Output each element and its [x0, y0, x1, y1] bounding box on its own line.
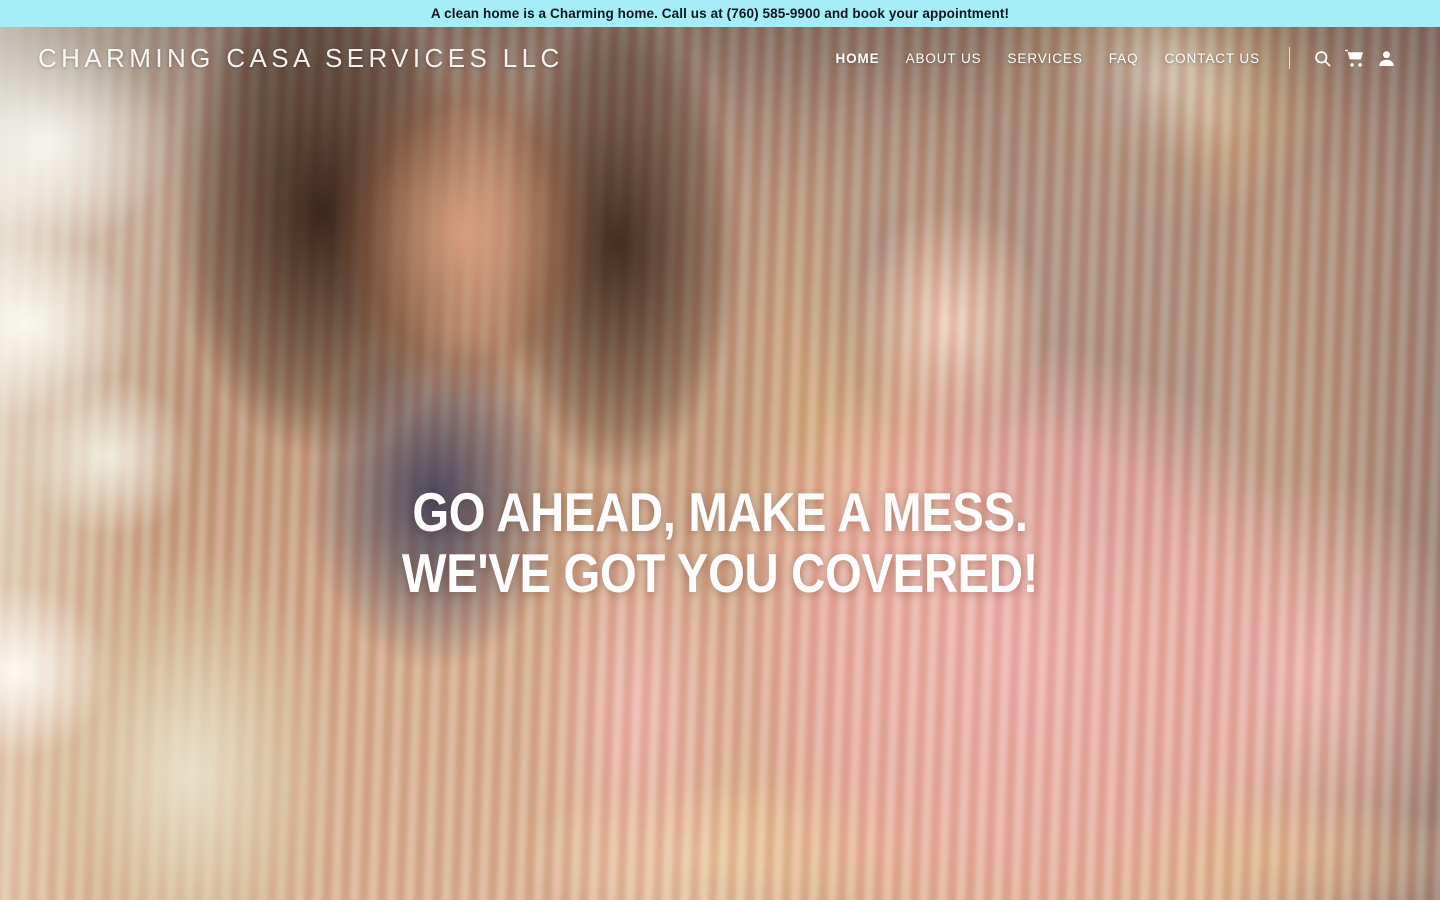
site-logo[interactable]: CHARMING CASA SERVICES LLC [38, 43, 564, 74]
account-icon[interactable] [1372, 44, 1400, 72]
nav-item-home[interactable]: HOME [822, 51, 892, 66]
nav-item-services[interactable]: SERVICES [995, 51, 1096, 66]
site-header: CHARMING CASA SERVICES LLC HOME ABOUT US… [0, 27, 1440, 89]
search-icon[interactable] [1308, 44, 1336, 72]
nav-item-contact-us[interactable]: CONTACT US [1151, 51, 1273, 66]
hero-headline-line-1: GO AHEAD, MAKE A MESS. [412, 481, 1028, 543]
nav-item-faq[interactable]: FAQ [1096, 51, 1152, 66]
hero-headline-block: GO AHEAD, MAKE A MESS. WE'VE GOT YOU COV… [0, 482, 1440, 604]
announcement-bar: A clean home is a Charming home. Call us… [0, 0, 1440, 27]
announcement-text: A clean home is a Charming home. Call us… [430, 6, 1010, 21]
hero-section: CHARMING CASA SERVICES LLC HOME ABOUT US… [0, 27, 1440, 900]
nav-divider [1289, 47, 1290, 69]
primary-navigation: HOME ABOUT US SERVICES FAQ CONTACT US [822, 44, 1400, 72]
nav-item-about-us[interactable]: ABOUT US [893, 51, 995, 66]
cart-icon[interactable] [1340, 44, 1368, 72]
hero-background-image [0, 27, 1440, 900]
hero-headline-line-2: WE'VE GOT YOU COVERED! [401, 542, 1039, 604]
